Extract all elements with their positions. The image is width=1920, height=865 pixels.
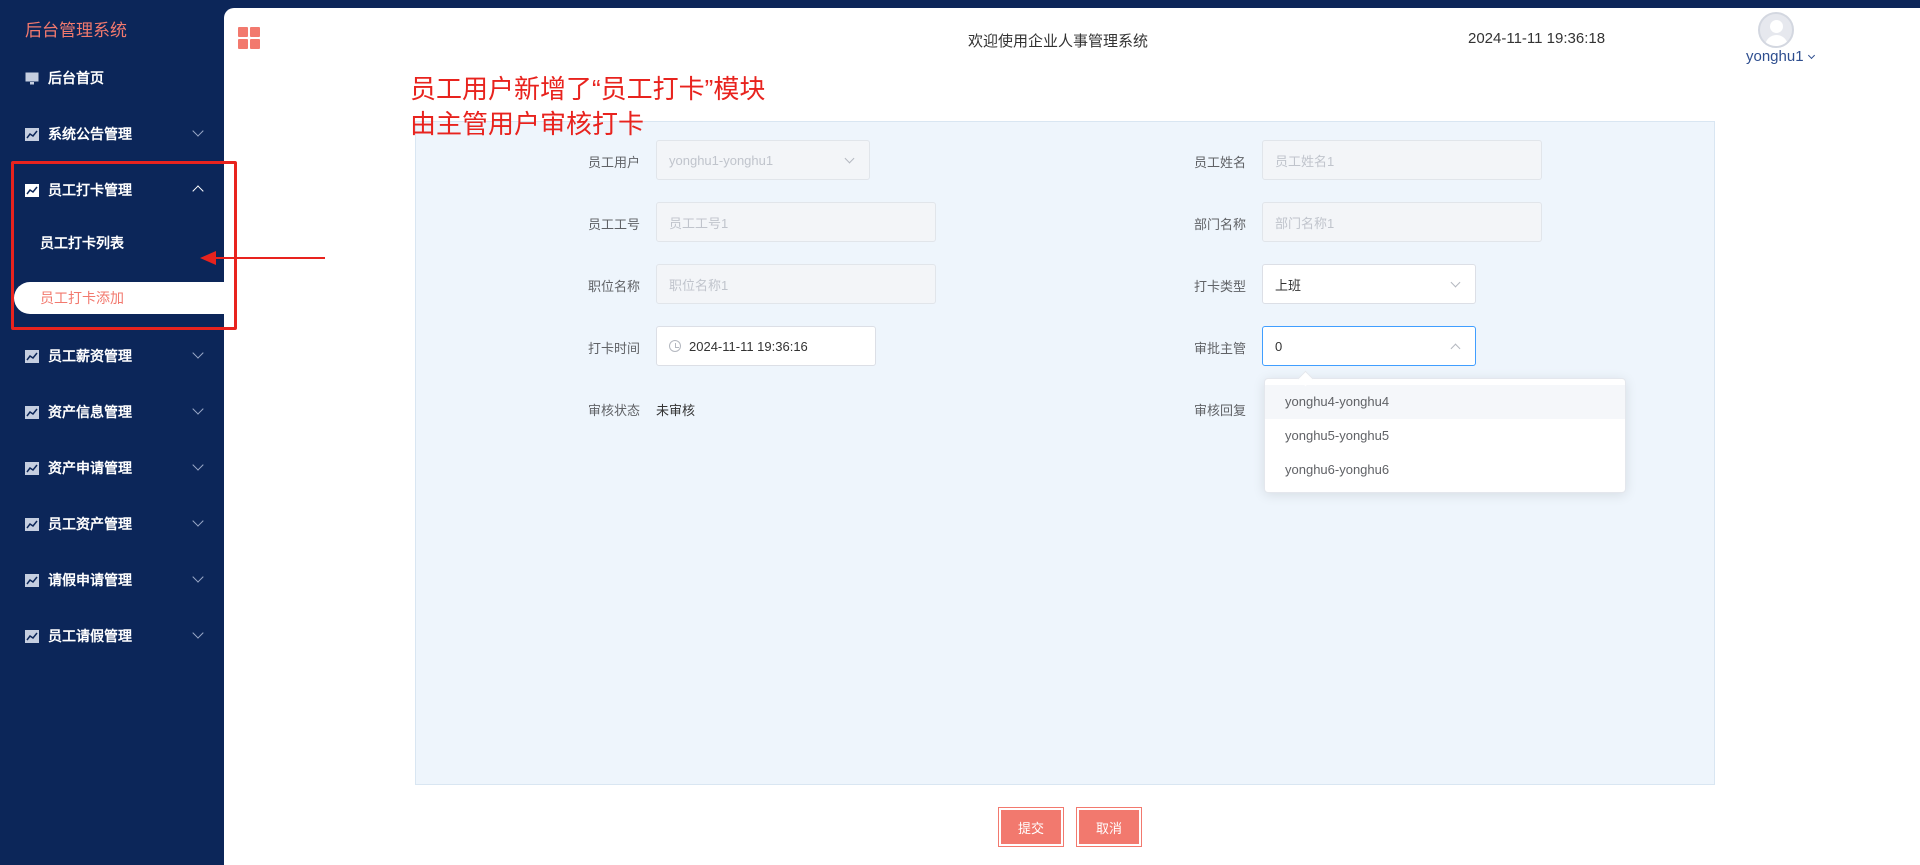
sidebar: 后台管理系统 后台首页 系统公告管理 员工打卡管理 员工打卡列表 员工打卡添加 … [0, 0, 224, 865]
menu-label-asset-info: 资产信息管理 [48, 404, 132, 420]
dept-field-placeholder: 部门名称1 [1275, 215, 1335, 231]
chart-icon [25, 629, 39, 643]
header-datetime: 2024-11-11 19:36:18 [1468, 30, 1606, 47]
chevron-down-icon [192, 459, 204, 471]
submit-button[interactable]: 提交 [998, 807, 1064, 847]
approver-option[interactable]: yonghu5-yonghu5 [1265, 419, 1625, 453]
label-position: 职位名称 [588, 279, 641, 294]
label-job-no: 员工工号 [588, 217, 641, 232]
label-approver: 审批主管 [1194, 341, 1247, 356]
menu-label-announcement: 系统公告管理 [48, 126, 132, 142]
position-field[interactable]: 职位名称1 [656, 264, 936, 304]
label-punch-time: 打卡时间 [588, 341, 641, 356]
approver-select[interactable]: 0 [1262, 326, 1476, 366]
chevron-down-icon [192, 627, 204, 639]
menu-label-employee-asset: 员工资产管理 [48, 516, 132, 532]
position-field-placeholder: 职位名称1 [669, 277, 729, 293]
label-punch-type: 打卡类型 [1194, 279, 1247, 294]
brand-title: 后台管理系统 [25, 21, 127, 40]
chevron-down-icon [844, 153, 855, 164]
user-menu[interactable]: yonghu1 [1746, 48, 1815, 65]
username: yonghu1 [1746, 48, 1804, 65]
monitor-icon [25, 72, 39, 84]
clock-icon [669, 340, 681, 352]
chart-icon [25, 405, 39, 419]
approver-dropdown: yonghu4-yonghu4 yonghu5-yonghu5 yonghu6-… [1264, 378, 1626, 493]
chevron-down-icon [192, 571, 204, 583]
chart-icon [25, 127, 39, 141]
user-select[interactable]: yonghu1-yonghu1 [656, 140, 870, 180]
menu-label-leave-manage: 员工请假管理 [48, 628, 132, 644]
cancel-button[interactable]: 取消 [1076, 807, 1142, 847]
chart-icon [25, 517, 39, 531]
dept-field[interactable]: 部门名称1 [1262, 202, 1542, 242]
name-field[interactable]: 员工姓名1 [1262, 140, 1542, 180]
job-no-field-placeholder: 员工工号1 [669, 215, 729, 231]
label-audit-status: 审核状态 [588, 403, 641, 418]
chevron-down-icon [192, 403, 204, 415]
menu-item-home[interactable]: 后台首页 [0, 58, 224, 98]
chevron-up-icon [1450, 343, 1461, 354]
menu-item-asset-info[interactable]: 资产信息管理 [0, 392, 224, 432]
label-dept: 部门名称 [1194, 217, 1247, 232]
main-panel: 欢迎使用企业人事管理系统 2024-11-11 19:36:18 yonghu1… [224, 8, 1920, 865]
punch-type-select[interactable]: 上班 [1262, 264, 1476, 304]
punch-type-value: 上班 [1275, 277, 1302, 293]
label-name: 员工姓名 [1194, 155, 1247, 170]
name-field-placeholder: 员工姓名1 [1275, 153, 1335, 169]
chevron-down-icon [192, 347, 204, 359]
header-title: 欢迎使用企业人事管理系统 [968, 33, 1149, 50]
punch-time-value: 2024-11-11 19:36:16 [689, 338, 808, 354]
chevron-down-icon [192, 125, 204, 137]
chevron-down-icon [1450, 277, 1461, 288]
annotation-arrow-icon [200, 251, 325, 265]
annotation-text: 员工用户新增了“员工打卡”模块 由主管用户审核打卡 [410, 74, 766, 139]
chart-icon [25, 349, 39, 363]
menu-label-asset-request: 资产申请管理 [48, 460, 132, 476]
chevron-down-icon [192, 515, 204, 527]
chart-icon [25, 573, 39, 587]
menu-item-leave-request[interactable]: 请假申请管理 [0, 560, 224, 600]
avatar[interactable] [1758, 12, 1794, 48]
job-no-field[interactable]: 员工工号1 [656, 202, 936, 242]
approver-option[interactable]: yonghu4-yonghu4 [1265, 385, 1625, 419]
label-audit-reply: 审核回复 [1194, 403, 1247, 418]
menu-label-leave-request: 请假申请管理 [48, 572, 132, 588]
audit-status-value: 未审核 [656, 403, 696, 418]
annotation-highlight-box [11, 161, 237, 330]
menu-item-leave-manage[interactable]: 员工请假管理 [0, 616, 224, 656]
menu-label-home: 后台首页 [48, 70, 104, 86]
menu-label-salary: 员工薪资管理 [48, 348, 132, 364]
label-user: 员工用户 [588, 155, 641, 170]
user-select-value: yonghu1-yonghu1 [669, 152, 774, 168]
approver-value: 0 [1275, 338, 1283, 354]
punch-time-picker[interactable]: 2024-11-11 19:36:16 [656, 326, 876, 366]
menu-item-announcement[interactable]: 系统公告管理 [0, 114, 224, 154]
approver-option[interactable]: yonghu6-yonghu6 [1265, 453, 1625, 487]
menu-item-salary[interactable]: 员工薪资管理 [0, 336, 224, 376]
menu-item-employee-asset[interactable]: 员工资产管理 [0, 504, 224, 544]
chart-icon [25, 461, 39, 475]
menu-item-asset-request[interactable]: 资产申请管理 [0, 448, 224, 488]
chevron-down-icon [1807, 51, 1815, 60]
menu-toggle-icon[interactable] [238, 27, 260, 49]
